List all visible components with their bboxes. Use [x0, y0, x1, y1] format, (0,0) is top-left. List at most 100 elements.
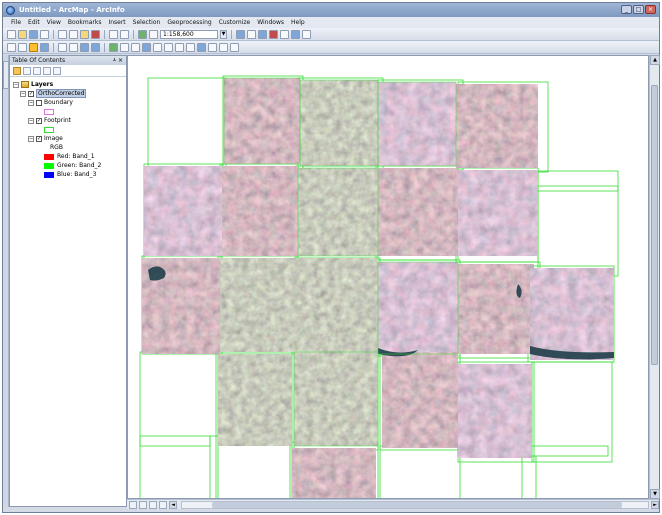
tree-row-image[interactable]: − ✓ Image — [10, 134, 126, 143]
zoom-in-icon[interactable] — [7, 42, 16, 52]
scroll-up-arrow-icon[interactable]: ▲ — [650, 55, 660, 65]
undo-icon[interactable] — [109, 29, 118, 39]
open-folder-icon[interactable] — [18, 29, 27, 39]
list-by-drawing-order-icon[interactable] — [13, 66, 21, 75]
menu-help[interactable]: Help — [291, 19, 305, 26]
time-slider-icon[interactable] — [219, 42, 228, 52]
collapse-icon[interactable]: − — [28, 117, 34, 124]
tree-row-boundary[interactable]: − Boundary — [10, 98, 126, 107]
image-layer-label[interactable]: Image — [44, 135, 63, 142]
chevron-down-icon[interactable]: ▼ — [220, 29, 227, 39]
data-frame-label[interactable]: Layers — [31, 81, 53, 88]
minimize-button[interactable]: _ — [621, 5, 632, 14]
paste-icon[interactable] — [80, 29, 89, 39]
vertical-scroll-thumb[interactable] — [651, 85, 658, 365]
measure-icon[interactable] — [175, 42, 184, 52]
new-document-icon[interactable] — [7, 29, 16, 39]
menu-insert[interactable]: Insert — [108, 19, 125, 26]
back-extent-icon[interactable] — [80, 42, 89, 52]
vertical-scrollbar[interactable]: ▲ ▼ — [649, 55, 660, 499]
map-display[interactable] — [127, 55, 649, 499]
tree-row-group[interactable]: − ✓ OrthoCorrected — [10, 89, 126, 98]
pan-hand-icon[interactable] — [29, 42, 38, 52]
blue-band-swatch[interactable] — [44, 171, 54, 178]
group-visibility-checkbox[interactable]: ✓ — [28, 90, 34, 97]
pin-icon[interactable]: ᚆ — [113, 57, 116, 64]
print-icon[interactable] — [40, 29, 49, 39]
hyperlink-icon[interactable] — [153, 42, 162, 52]
list-by-visibility-icon[interactable] — [33, 66, 41, 75]
data-view-icon[interactable] — [129, 500, 137, 509]
collapse-icon[interactable]: − — [13, 81, 19, 88]
identify-icon[interactable] — [142, 42, 151, 52]
footprint-visibility-checkbox[interactable]: ✓ — [36, 117, 42, 124]
select-features-icon[interactable] — [109, 42, 118, 52]
add-data-icon[interactable] — [138, 29, 147, 39]
list-by-source-icon[interactable] — [23, 66, 31, 75]
table-icon[interactable] — [247, 29, 256, 39]
layout-view-icon[interactable] — [139, 500, 147, 509]
menu-selection[interactable]: Selection — [133, 19, 161, 26]
fixed-zoom-in-icon[interactable] — [58, 42, 67, 52]
save-icon[interactable] — [29, 29, 38, 39]
menu-windows[interactable]: Windows — [257, 19, 284, 26]
scroll-right-arrow-icon[interactable]: ► — [651, 500, 659, 509]
collapse-icon[interactable]: − — [20, 90, 26, 97]
refresh-icon[interactable] — [149, 500, 157, 509]
maximize-button[interactable]: □ — [633, 5, 644, 14]
fixed-zoom-out-icon[interactable] — [69, 42, 78, 52]
boundary-symbol[interactable] — [44, 108, 54, 115]
model-builder-icon[interactable] — [291, 29, 300, 39]
clear-selection-icon[interactable] — [120, 42, 129, 52]
html-popup-icon[interactable] — [164, 42, 173, 52]
footprint-symbol[interactable] — [44, 126, 54, 133]
tree-row-footprint[interactable]: − ✓ Footprint — [10, 116, 126, 125]
boundary-visibility-checkbox[interactable] — [36, 99, 42, 106]
toolbar-separator — [104, 42, 105, 52]
python-window-icon[interactable] — [280, 29, 289, 39]
full-extent-globe-icon[interactable] — [40, 42, 49, 52]
menu-bookmarks[interactable]: Bookmarks — [68, 19, 102, 26]
horizontal-scroll-thumb[interactable] — [212, 501, 622, 508]
tree-row-layers[interactable]: − Layers — [10, 80, 126, 89]
list-by-selection-icon[interactable] — [43, 66, 51, 75]
find-route-icon[interactable] — [197, 42, 206, 52]
find-binoculars-icon[interactable] — [186, 42, 195, 52]
group-layer-label[interactable]: OrthoCorrected — [36, 89, 87, 98]
cut-icon[interactable] — [58, 29, 67, 39]
collapse-icon[interactable]: − — [28, 99, 34, 106]
map-canvas[interactable] — [128, 56, 649, 499]
green-band-swatch[interactable] — [44, 162, 54, 169]
menu-customize[interactable]: Customize — [219, 19, 251, 26]
collapse-icon[interactable]: − — [28, 135, 34, 142]
close-icon[interactable]: × — [118, 57, 123, 64]
toc-options-icon[interactable] — [53, 66, 61, 75]
boundary-layer-label[interactable]: Boundary — [44, 99, 73, 106]
menu-edit[interactable]: Edit — [28, 19, 40, 26]
red-band-swatch[interactable] — [44, 153, 54, 160]
horizontal-scroll-track[interactable] — [181, 500, 649, 509]
whats-this-icon[interactable] — [302, 29, 311, 39]
close-button[interactable]: × — [645, 5, 656, 14]
select-elements-arrow-icon[interactable] — [131, 42, 140, 52]
add-data-dropdown-icon[interactable] — [149, 29, 158, 39]
footprint-layer-label[interactable]: Footprint — [44, 117, 71, 124]
redo-icon[interactable] — [120, 29, 129, 39]
menu-geoprocessing[interactable]: Geoprocessing — [167, 19, 211, 26]
catalog-window-icon[interactable] — [258, 29, 267, 39]
scroll-left-arrow-icon[interactable]: ◄ — [169, 500, 177, 509]
image-visibility-checkbox[interactable]: ✓ — [36, 135, 42, 142]
delete-icon[interactable] — [91, 29, 100, 39]
forward-extent-icon[interactable] — [91, 42, 100, 52]
map-scale-input[interactable]: 1:158,600 — [160, 29, 218, 39]
menu-file[interactable]: File — [11, 19, 21, 26]
editor-toolbar-icon[interactable] — [236, 29, 245, 39]
copy-icon[interactable] — [69, 29, 78, 39]
menu-view[interactable]: View — [47, 19, 61, 26]
toolbox-icon[interactable] — [269, 29, 278, 39]
pause-drawing-icon[interactable] — [159, 500, 167, 509]
create-viewer-window-icon[interactable] — [230, 42, 239, 52]
scroll-down-arrow-icon[interactable]: ▼ — [650, 489, 660, 499]
go-to-xy-icon[interactable] — [208, 42, 217, 52]
zoom-out-icon[interactable] — [18, 42, 27, 52]
